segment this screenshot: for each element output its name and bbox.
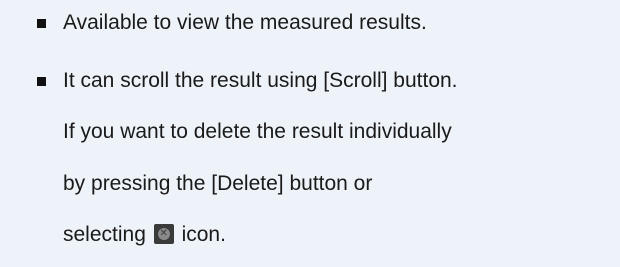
square-bullet-icon <box>37 19 46 28</box>
list-item-line-with-icon: selecting ✕ icon. <box>63 222 226 248</box>
list-item-line: by pressing the [Delete] button or <box>63 172 373 195</box>
instruction-panel: Available to view the measured results. … <box>0 0 620 267</box>
square-bullet-icon <box>37 77 46 86</box>
list-item-line: It can scroll the result using [Scroll] … <box>63 69 458 92</box>
delete-x-icon: ✕ <box>153 224 174 244</box>
list-item-line: Available to view the measured results. <box>63 11 427 34</box>
list-item-text: selecting <box>63 223 146 246</box>
list-item-line: If you want to delete the result individ… <box>63 120 452 143</box>
list-item-text: icon. <box>181 223 226 246</box>
